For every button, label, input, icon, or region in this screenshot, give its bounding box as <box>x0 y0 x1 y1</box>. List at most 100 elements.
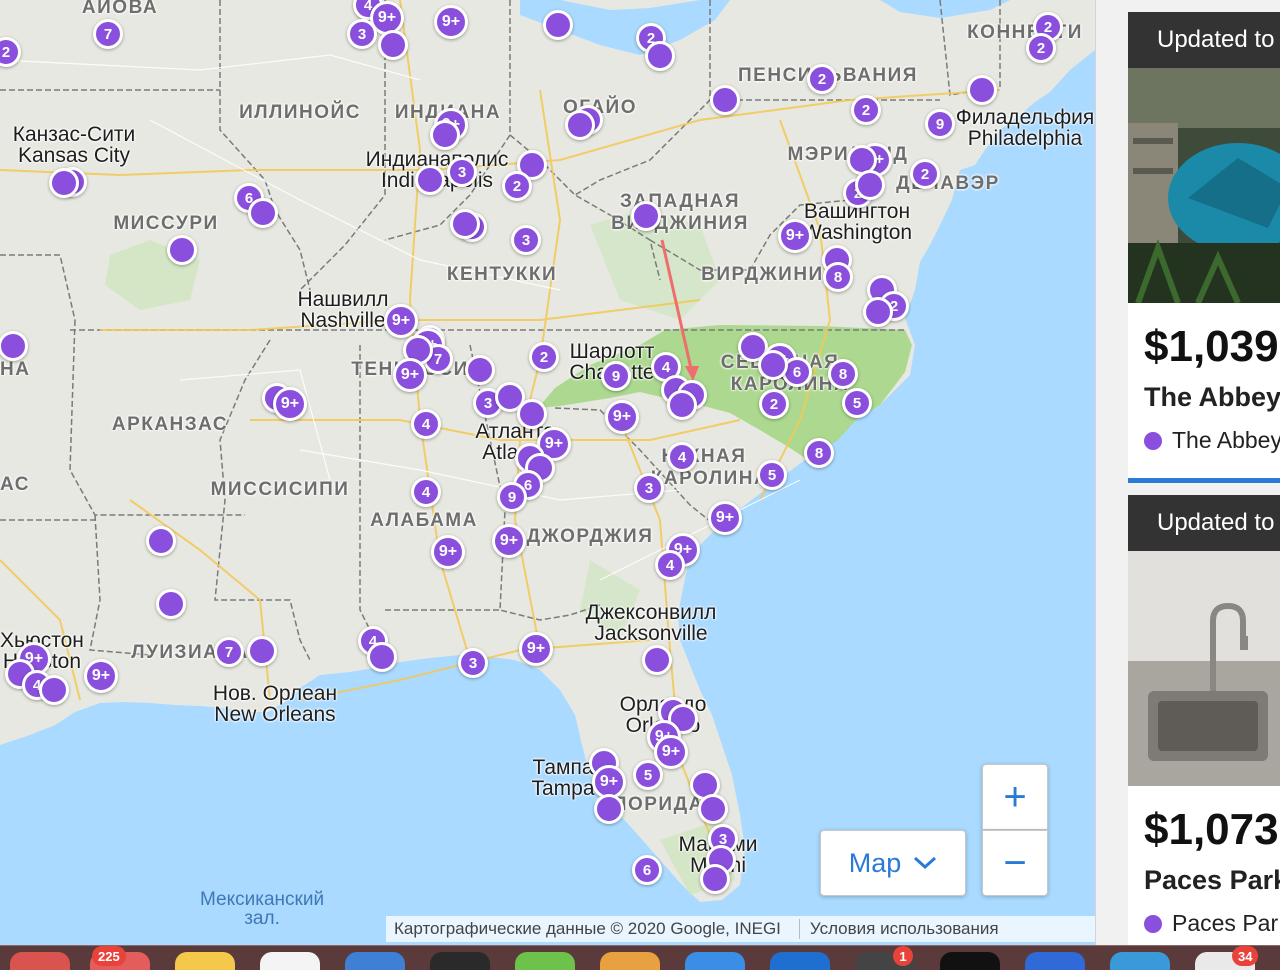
map-cluster-marker[interactable] <box>167 235 197 265</box>
gulf-of-mexico-label: Мексиканский зал. <box>200 890 324 928</box>
map-cluster-marker[interactable] <box>247 636 277 666</box>
map-cluster-marker[interactable]: 9+ <box>84 659 118 693</box>
dock-app-icon[interactable] <box>175 952 235 970</box>
map-cluster-marker[interactable]: 2 <box>502 171 532 201</box>
listing-card[interactable]: Updated to $1,073 Paces Park Paces Par <box>1128 495 1280 945</box>
dock-app-icon[interactable] <box>940 952 1000 970</box>
state-label: КЕНТУККИ <box>446 264 558 285</box>
map-cluster-marker[interactable] <box>631 201 661 231</box>
map-cluster-marker[interactable] <box>565 110 595 140</box>
map-cluster-marker[interactable]: 8 <box>823 262 853 292</box>
map-cluster-marker[interactable] <box>450 209 480 239</box>
map-cluster-marker[interactable] <box>642 645 672 675</box>
zoom-out-button[interactable]: − <box>982 830 1048 896</box>
map-cluster-marker[interactable] <box>39 675 69 705</box>
listing-photo[interactable] <box>1128 551 1280 786</box>
map-cluster-marker[interactable]: 9+ <box>393 358 427 392</box>
dock-app-icon[interactable] <box>10 952 70 970</box>
state-label: АС <box>0 474 30 495</box>
dock-app-icon[interactable] <box>430 952 490 970</box>
map-cluster-marker[interactable] <box>710 85 740 115</box>
map-cluster-marker[interactable] <box>758 350 788 380</box>
map-cluster-marker[interactable]: 4 <box>667 442 697 472</box>
map-cluster-marker[interactable] <box>49 168 79 198</box>
dock-app-icon[interactable] <box>515 952 575 970</box>
map-cluster-marker[interactable]: 9+ <box>273 387 307 421</box>
map-cluster-marker[interactable] <box>667 390 697 420</box>
map-cluster-marker[interactable]: 3 <box>634 473 664 503</box>
map-cluster-marker[interactable] <box>367 642 397 672</box>
map-cluster-marker[interactable]: 4 <box>411 477 441 507</box>
map-cluster-marker[interactable]: 9+ <box>708 501 742 535</box>
map-cluster-marker[interactable]: 3 <box>511 225 541 255</box>
dock-app-icon[interactable] <box>600 952 660 970</box>
map-cluster-marker[interactable] <box>156 589 186 619</box>
map-cluster-marker[interactable]: 9 <box>497 482 527 512</box>
map-cluster-marker[interactable]: 2 <box>1026 33 1056 63</box>
dock-app-icon[interactable] <box>1025 952 1085 970</box>
map-cluster-marker[interactable]: 7 <box>214 637 244 667</box>
map-cluster-marker[interactable]: 2 <box>759 389 789 419</box>
dock-app-icon[interactable] <box>260 952 320 970</box>
map-cluster-marker[interactable]: 5 <box>757 460 787 490</box>
map-cluster-marker[interactable]: 6 <box>632 855 662 885</box>
map-cluster-marker[interactable]: 9+ <box>654 735 688 769</box>
city-label: Канзас-Сити Kansas City <box>13 124 136 166</box>
map-cluster-marker[interactable] <box>430 120 460 150</box>
map-cluster-marker[interactable]: 8 <box>804 438 834 468</box>
map-cluster-marker[interactable] <box>415 165 445 195</box>
map-cluster-marker[interactable] <box>698 794 728 824</box>
map-cluster-marker[interactable]: 5 <box>633 760 663 790</box>
map-cluster-marker[interactable] <box>645 41 675 71</box>
listings-sidebar[interactable]: Updated to $1,039 The Abbey The Abbey Up… <box>1095 0 1280 945</box>
map-cluster-marker[interactable]: 9+ <box>434 5 468 39</box>
dock-app-icon[interactable] <box>1110 952 1170 970</box>
map-cluster-marker[interactable] <box>465 355 495 385</box>
map-cluster-marker[interactable]: 3 <box>458 648 488 678</box>
map-cluster-marker[interactable]: 2 <box>529 342 559 372</box>
map-cluster-marker[interactable]: 9+ <box>492 524 526 558</box>
map-cluster-marker[interactable] <box>594 794 624 824</box>
map-cluster-marker[interactable]: 8 <box>828 359 858 389</box>
map-cluster-marker[interactable]: 9+ <box>519 632 553 666</box>
zoom-in-button[interactable]: + <box>982 764 1048 830</box>
map-type-dropdown[interactable]: Map <box>820 830 966 896</box>
dock-app-icon[interactable] <box>685 952 745 970</box>
map-cluster-marker[interactable]: 9 <box>925 109 955 139</box>
map-cluster-marker[interactable]: 3 <box>347 19 377 49</box>
map-cluster-marker[interactable]: 9+ <box>778 219 812 253</box>
map-cluster-marker[interactable] <box>863 297 893 327</box>
listing-card[interactable]: Updated to $1,039 The Abbey The Abbey <box>1128 12 1280 483</box>
map-cluster-marker[interactable]: 9+ <box>431 535 465 569</box>
map-cluster-marker[interactable]: 2 <box>807 64 837 94</box>
map-cluster-marker[interactable] <box>543 10 573 40</box>
map-cluster-marker[interactable] <box>700 864 730 894</box>
map-cluster-marker[interactable] <box>146 526 176 556</box>
state-label: ДЖОРДЖИЯ <box>526 526 654 547</box>
map-cluster-marker[interactable]: 5 <box>842 388 872 418</box>
map-view[interactable]: АЙОВАИЛЛИНОЙСИНДИАНАОГАЙОПЕНСИЛЬВАНИЯКОН… <box>0 0 1095 945</box>
listing-name[interactable]: Paces Park <box>1144 865 1280 896</box>
map-cluster-marker[interactable] <box>967 75 997 105</box>
map-cluster-marker[interactable] <box>378 30 408 60</box>
map-cluster-marker[interactable]: 9+ <box>605 400 639 434</box>
map-cluster-marker[interactable] <box>855 170 885 200</box>
map-cluster-marker[interactable]: 2 <box>851 95 881 125</box>
listing-name[interactable]: The Abbey <box>1144 382 1280 413</box>
map-cluster-marker[interactable]: 4 <box>411 409 441 439</box>
dock-app-icon[interactable] <box>770 952 830 970</box>
city-name-en: Jacksonville <box>594 622 708 645</box>
city-name-ru: Нашвилл <box>297 288 389 311</box>
listing-photo[interactable] <box>1128 68 1280 303</box>
map-cluster-marker[interactable] <box>248 198 278 228</box>
map-cluster-marker[interactable]: 3 <box>447 157 477 187</box>
map-cluster-marker[interactable] <box>517 399 547 429</box>
terms-of-use-link[interactable]: Условия использования <box>798 919 999 939</box>
map-cluster-marker[interactable]: 4 <box>655 550 685 580</box>
state-label: АРКАНЗАС <box>111 414 229 435</box>
map-cluster-marker[interactable]: 7 <box>93 19 123 49</box>
dock-app-icon[interactable] <box>345 952 405 970</box>
map-cluster-marker[interactable]: 9 <box>601 361 631 391</box>
map-cluster-marker[interactable]: 9+ <box>384 304 418 338</box>
map-cluster-marker[interactable]: 2 <box>910 159 940 189</box>
